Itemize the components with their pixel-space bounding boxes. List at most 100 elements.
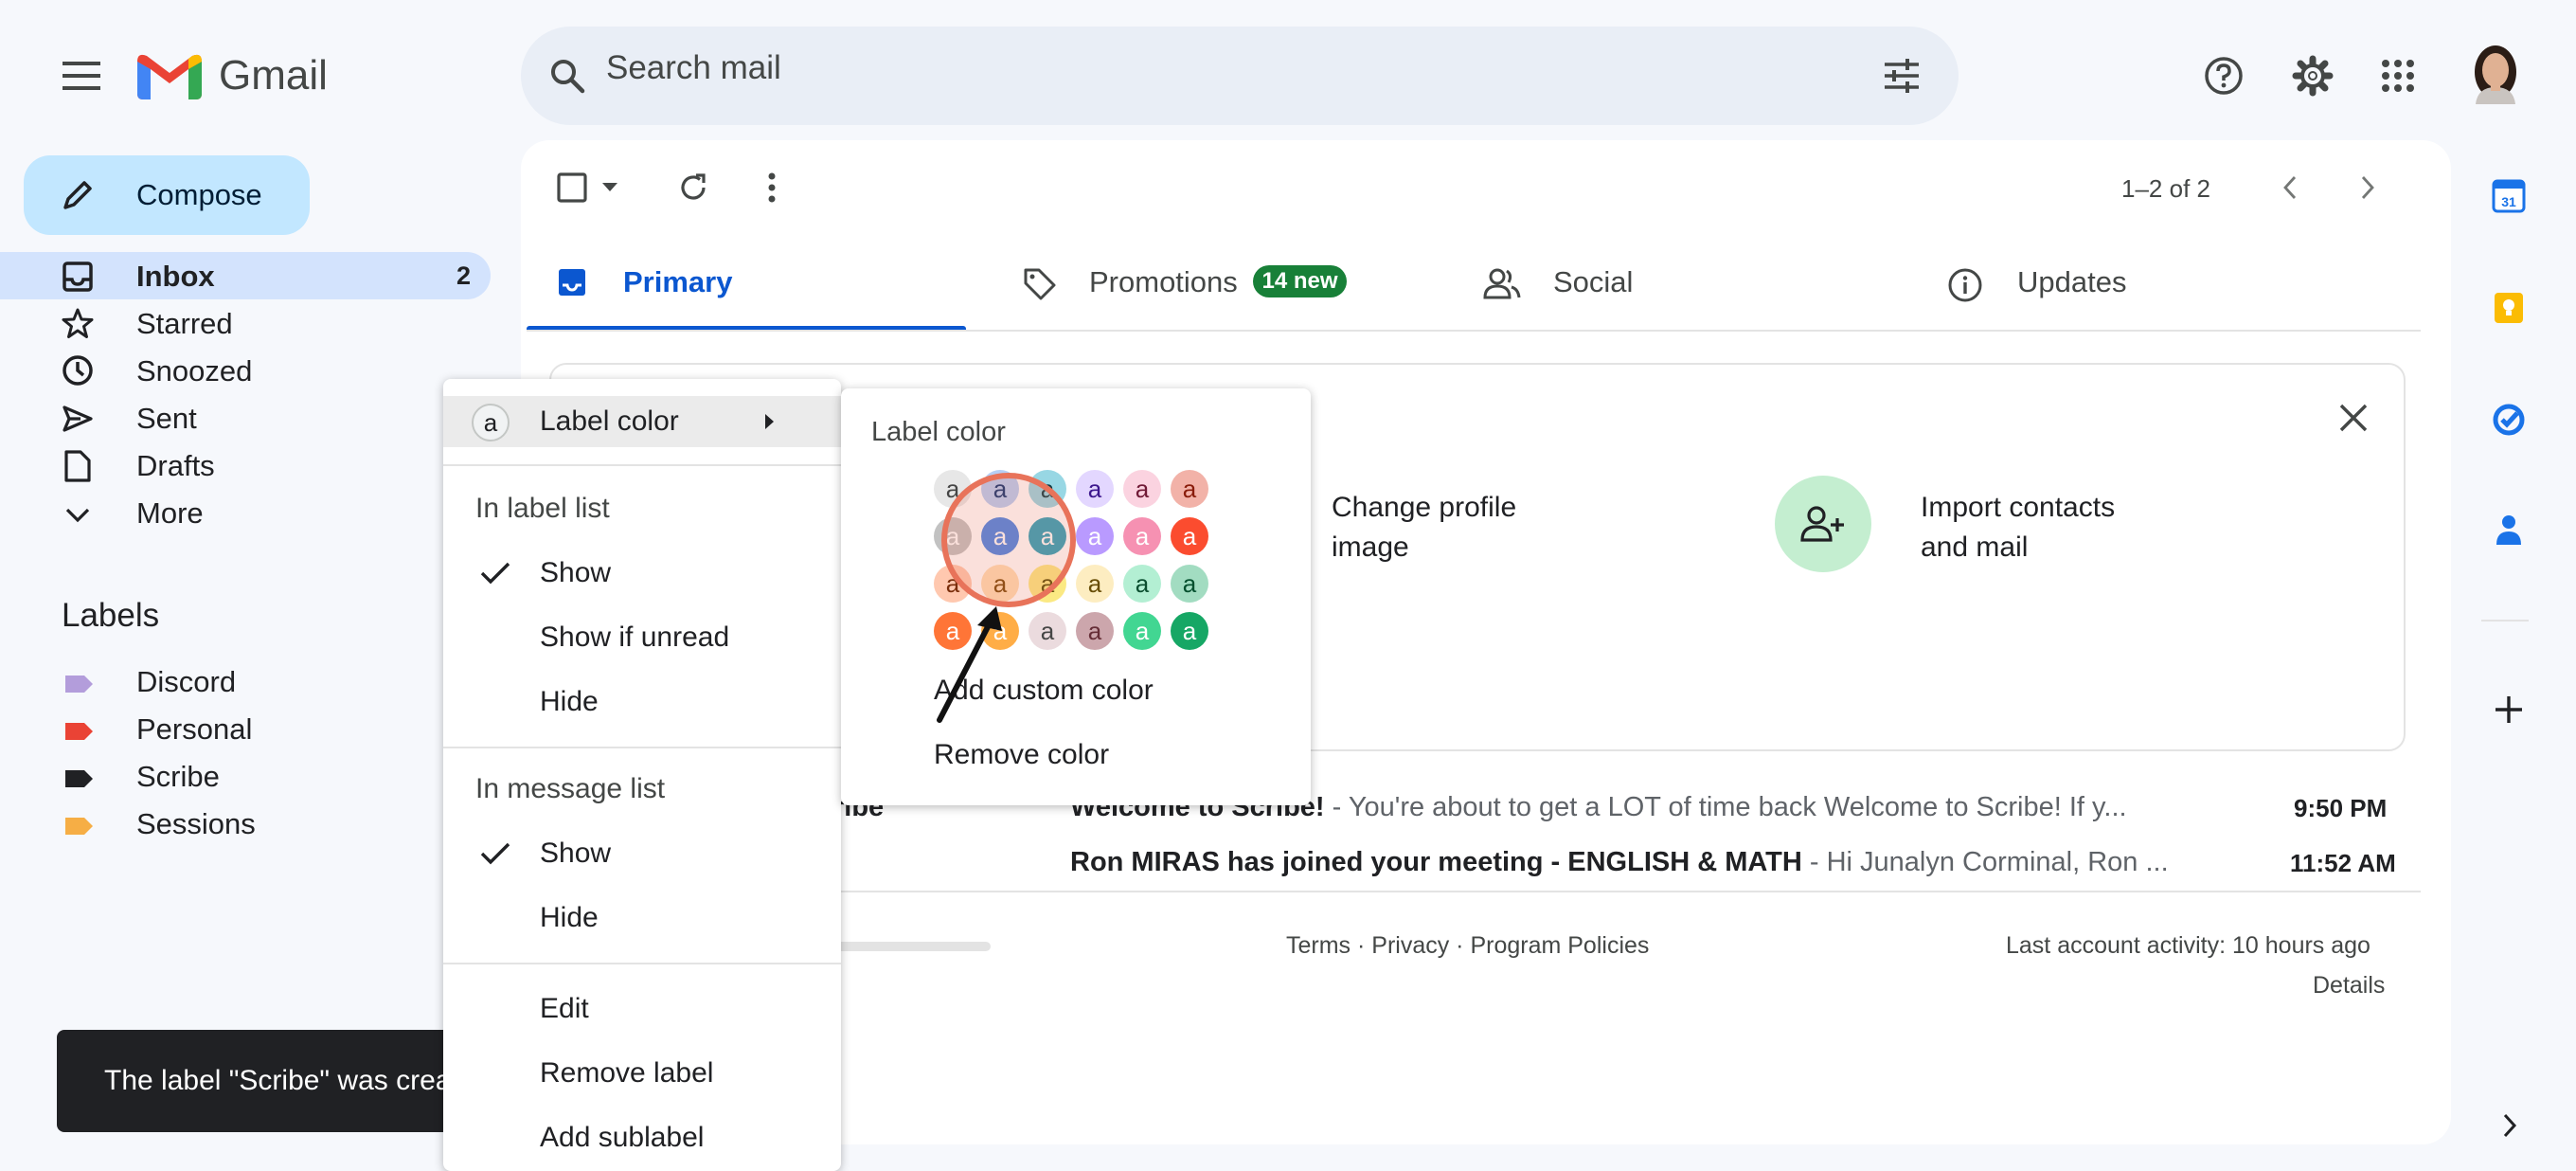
newer-chevron-icon[interactable]	[2273, 171, 2307, 205]
pointer-arrow-head	[977, 606, 1002, 631]
pointer-arrow	[937, 615, 995, 723]
label-name: Sessions	[136, 807, 256, 840]
menu-separator	[443, 747, 841, 748]
label-name: Scribe	[136, 760, 220, 793]
menu-item-show-in-message-list[interactable]: Show	[443, 830, 841, 877]
tab-label: Primary	[623, 265, 733, 298]
menu-item-add-sublabel[interactable]: Add sublabel	[443, 1114, 841, 1162]
color-swatch[interactable]: a	[1123, 612, 1161, 650]
gmail-wordmark: Gmail	[219, 52, 328, 99]
apps-grid-icon[interactable]	[2375, 53, 2421, 99]
tab-updates[interactable]: Updates	[1941, 246, 2358, 328]
close-icon[interactable]	[2330, 394, 2377, 441]
rail-divider	[2481, 620, 2529, 622]
sidebar-item-drafts[interactable]: Drafts	[136, 449, 215, 483]
clock-icon	[61, 353, 95, 387]
color-swatch[interactable]: a	[1171, 470, 1208, 508]
menu-item-label: Show	[540, 838, 612, 869]
tab-promotions[interactable]: Promotions	[1004, 246, 1458, 328]
search-input[interactable]: Search mail	[606, 49, 781, 87]
submenu-arrow-icon	[765, 414, 774, 429]
menu-item-label: Edit	[540, 993, 589, 1024]
setup-item-label: Change profile image	[1332, 492, 1517, 563]
help-icon[interactable]	[2201, 53, 2246, 99]
inbox-icon	[559, 269, 585, 296]
tab-primary[interactable]: Primary	[527, 246, 966, 328]
menu-separator	[443, 963, 841, 964]
email-subject: Ron MIRAS has joined your meeting - ENGL…	[1070, 847, 1802, 877]
color-swatch[interactable]: a	[1171, 517, 1208, 555]
import-contacts-icon[interactable]	[1775, 476, 1871, 572]
last-activity: Last account activity: 10 hours ago	[2006, 932, 2370, 959]
menu-item-show-if-unread[interactable]: Show if unread	[443, 614, 841, 661]
search-icon[interactable]	[545, 53, 590, 99]
color-swatch[interactable]: a	[1171, 612, 1208, 650]
menu-item-remove-label[interactable]: Remove label	[443, 1050, 841, 1097]
sidebar-item-snoozed[interactable]: Snoozed	[136, 354, 252, 388]
color-swatch[interactable]: a	[1171, 565, 1208, 603]
menu-item-label: Remove color	[934, 739, 1110, 770]
label-tag-icon	[65, 818, 93, 835]
select-dropdown-icon[interactable]	[599, 178, 621, 197]
menu-item-hide-in-message-list[interactable]: Hide	[443, 894, 841, 942]
inbox-count: 2	[456, 261, 472, 290]
label-tag-icon	[65, 770, 93, 787]
label-item-sessions[interactable]: Sessions	[63, 805, 441, 845]
compose-label: Compose	[136, 178, 262, 211]
email-row[interactable]: Ron MIRAS has joined your meeting - ENGL…	[833, 841, 2406, 885]
older-chevron-icon[interactable]	[2351, 171, 2385, 205]
email-subject-line: Ron MIRAS has joined your meeting - ENGL…	[1070, 847, 2169, 878]
gmail-m-icon	[137, 54, 202, 99]
label-name: Discord	[136, 665, 237, 698]
menu-item-edit[interactable]: Edit	[443, 985, 841, 1033]
menu-item-label: Hide	[540, 902, 599, 933]
import-contacts-item[interactable]: Import contacts and mail	[1921, 488, 2205, 573]
menu-item-label-color[interactable]: a Label color	[443, 396, 841, 447]
add-addon-icon[interactable]	[2487, 688, 2531, 731]
gmail-logo[interactable]: Gmail	[137, 47, 328, 104]
expand-panel-chevron-icon[interactable]	[2493, 1107, 2527, 1144]
tab-divider	[527, 330, 2421, 332]
refresh-icon[interactable]	[672, 167, 714, 208]
color-swatch[interactable]: a	[1123, 470, 1161, 508]
people-icon	[1483, 268, 1521, 299]
menu-item-hide-in-label-list[interactable]: Hide	[443, 678, 841, 726]
change-profile-image-item[interactable]: Change profile image	[1332, 488, 1616, 573]
keep-icon[interactable]	[2489, 288, 2529, 328]
sidebar-item-starred[interactable]: Starred	[136, 307, 233, 341]
menu-item-label: Hide	[540, 686, 599, 717]
label-item-discord[interactable]: Discord	[63, 663, 441, 703]
menu-item-label: Add sublabel	[540, 1122, 705, 1153]
storage-bar	[833, 942, 991, 951]
menu-section-heading: In label list	[475, 493, 610, 524]
highlight-circle	[941, 473, 1076, 607]
calendar-icon[interactable]: 31	[2489, 176, 2529, 216]
color-swatch[interactable]: a	[1123, 565, 1161, 603]
search-options-icon[interactable]	[1879, 53, 1924, 99]
menu-item-show-in-label-list[interactable]: Show	[443, 549, 841, 597]
label-item-scribe[interactable]: Scribe	[63, 758, 441, 798]
settings-gear-icon[interactable]	[2290, 53, 2335, 99]
svg-text:31: 31	[2501, 194, 2516, 209]
footer-links[interactable]: Terms · Privacy · Program Policies	[1286, 932, 1649, 960]
tab-label: Social	[1553, 265, 1634, 298]
account-avatar[interactable]	[2466, 42, 2525, 104]
details-link[interactable]: Details	[2313, 972, 2385, 1000]
select-all-checkbox[interactable]	[553, 169, 591, 207]
tasks-icon[interactable]	[2489, 400, 2529, 440]
main-menu-button[interactable]	[59, 53, 104, 99]
sidebar-item-sent[interactable]: Sent	[136, 402, 197, 436]
menu-section-heading: In message list	[475, 773, 666, 804]
label-color-preview-icon: a	[472, 404, 510, 441]
label-name: Personal	[136, 712, 253, 746]
color-swatch[interactable]: a	[1123, 517, 1161, 555]
snackbar: The label "Scribe" was created.	[57, 1030, 492, 1132]
more-vert-icon[interactable]	[758, 167, 786, 208]
menu-item-label: Remove label	[540, 1057, 714, 1089]
label-tag-icon	[65, 676, 93, 693]
sidebar-item-more[interactable]: More	[136, 496, 204, 531]
contacts-icon[interactable]	[2489, 510, 2529, 549]
tab-social[interactable]: Social	[1477, 246, 1894, 328]
inbox-icon	[61, 260, 95, 294]
label-item-personal[interactable]: Personal	[63, 711, 441, 750]
